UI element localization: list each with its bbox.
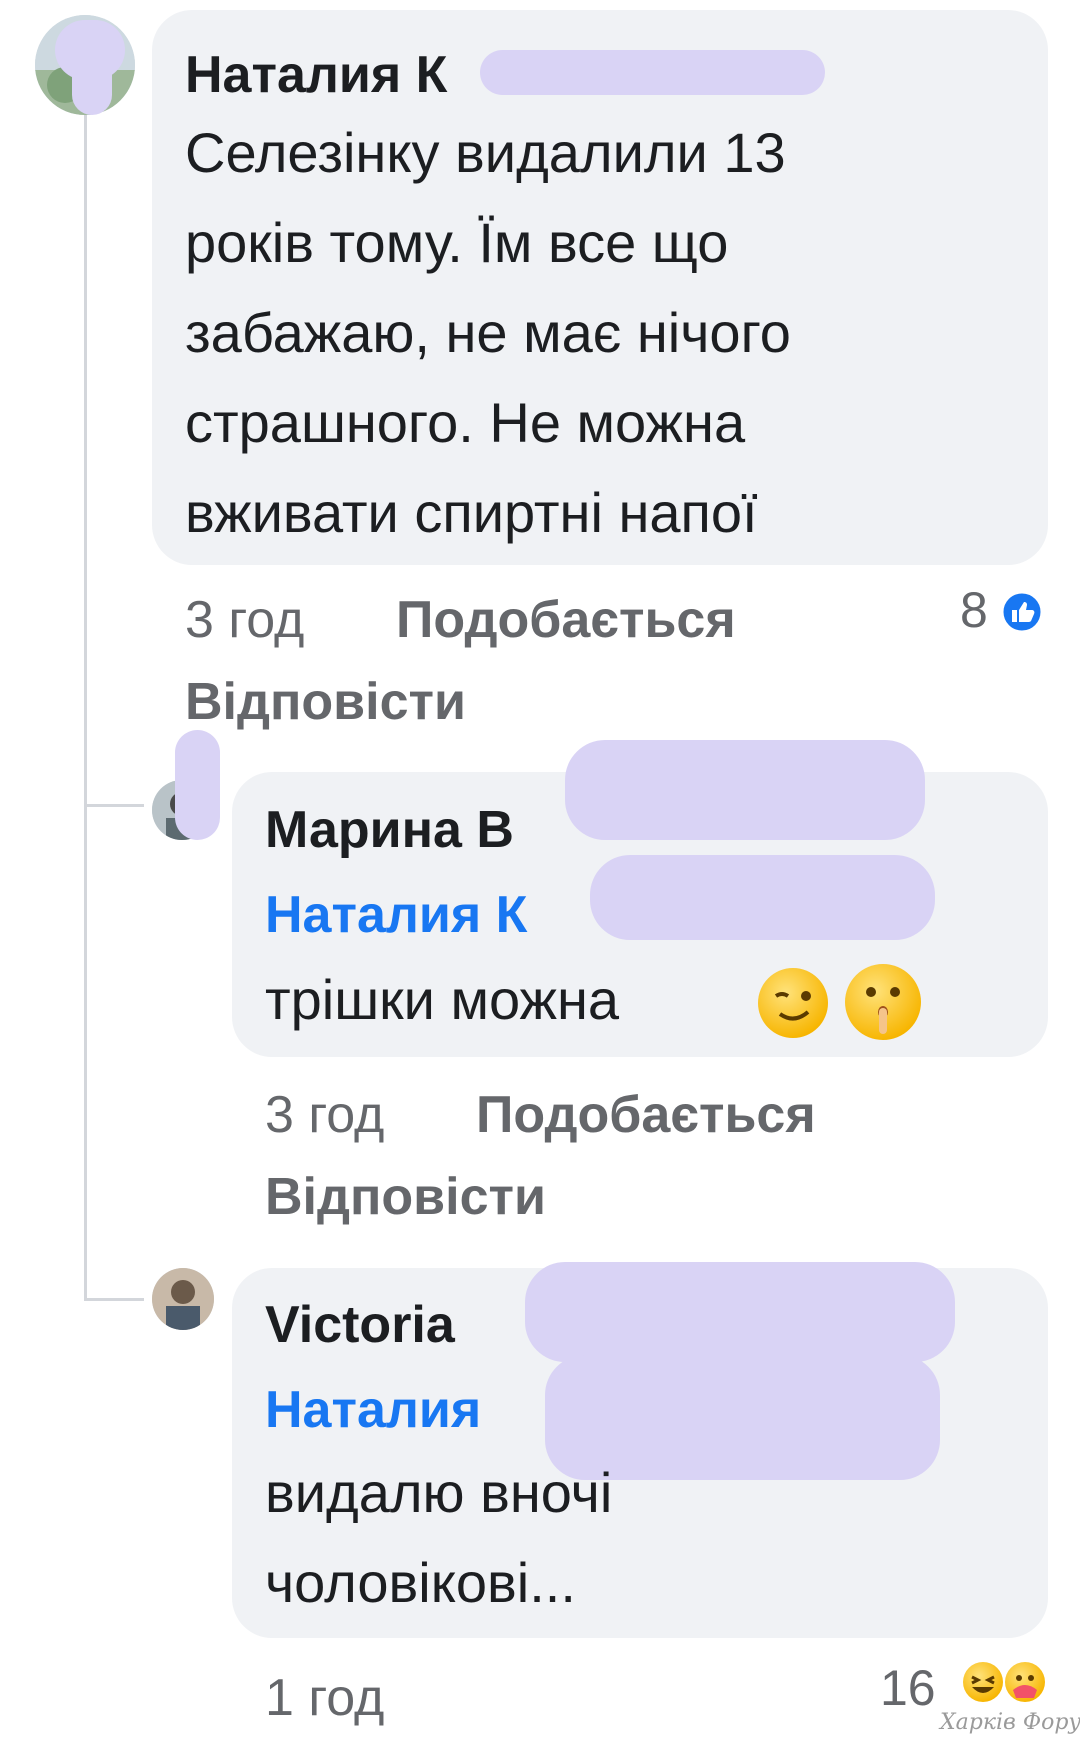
reaction-count[interactable]: 8 (960, 582, 988, 638)
comment-author[interactable]: Victoria (265, 1295, 455, 1355)
comment-text: видалю вночі чоловікові... (265, 1448, 612, 1628)
comment-text-line: Селезінку видалили 13 (185, 121, 786, 184)
comment-text-line: років тому. Їм все що (185, 211, 729, 274)
comment-time[interactable]: 1 год (265, 1668, 384, 1728)
winking-face-emoji-icon (758, 968, 828, 1038)
redaction-mark (525, 1262, 955, 1362)
comment-text-line: трішки можна (265, 968, 620, 1031)
thread-line-vertical (84, 105, 87, 1300)
care-face-emoji-icon (1005, 1662, 1045, 1702)
mention-link[interactable]: Наталия К (265, 885, 527, 945)
thread-line-branch-1 (84, 804, 144, 807)
reply-button[interactable]: Відповісти (265, 1167, 546, 1227)
comment-author[interactable]: Наталия К (185, 45, 447, 105)
comment-text-line: видалю вночі (265, 1461, 613, 1524)
mention-link[interactable]: Наталия (265, 1380, 481, 1440)
comment-text: Селезінку видалили 13 років тому. Їм все… (185, 108, 791, 558)
shushing-face-emoji-icon (845, 964, 921, 1040)
redaction-mark (590, 855, 935, 940)
comment-text-line: чоловікові... (265, 1551, 576, 1614)
comment-text-line: вживати спиртні напої (185, 481, 758, 544)
watermark: Харків Форум (940, 1710, 1080, 1735)
redaction-mark (175, 730, 220, 840)
comment-author[interactable]: Марина В (265, 800, 514, 860)
redaction-mark (72, 55, 112, 115)
redaction-mark (480, 50, 825, 95)
comment-time[interactable]: 3 год (185, 590, 304, 650)
redaction-mark (565, 740, 925, 840)
comment-time[interactable]: 3 год (265, 1085, 384, 1145)
thread-line-branch-2 (84, 1298, 144, 1301)
avatar[interactable] (152, 1268, 214, 1330)
reply-button[interactable]: Відповісти (185, 672, 466, 732)
comment-text: трішки можна (265, 955, 619, 1045)
reaction-count[interactable]: 16 (880, 1660, 936, 1716)
like-reaction-icon (1000, 590, 1044, 634)
like-button[interactable]: Подобається (476, 1085, 816, 1145)
comment-text-line: забажаю, не має нічого (185, 301, 791, 364)
laughing-face-emoji-icon (963, 1662, 1003, 1702)
like-button[interactable]: Подобається (396, 590, 736, 650)
avatar-photo (152, 1268, 214, 1330)
comment-text-line: страшного. Не можна (185, 391, 746, 454)
